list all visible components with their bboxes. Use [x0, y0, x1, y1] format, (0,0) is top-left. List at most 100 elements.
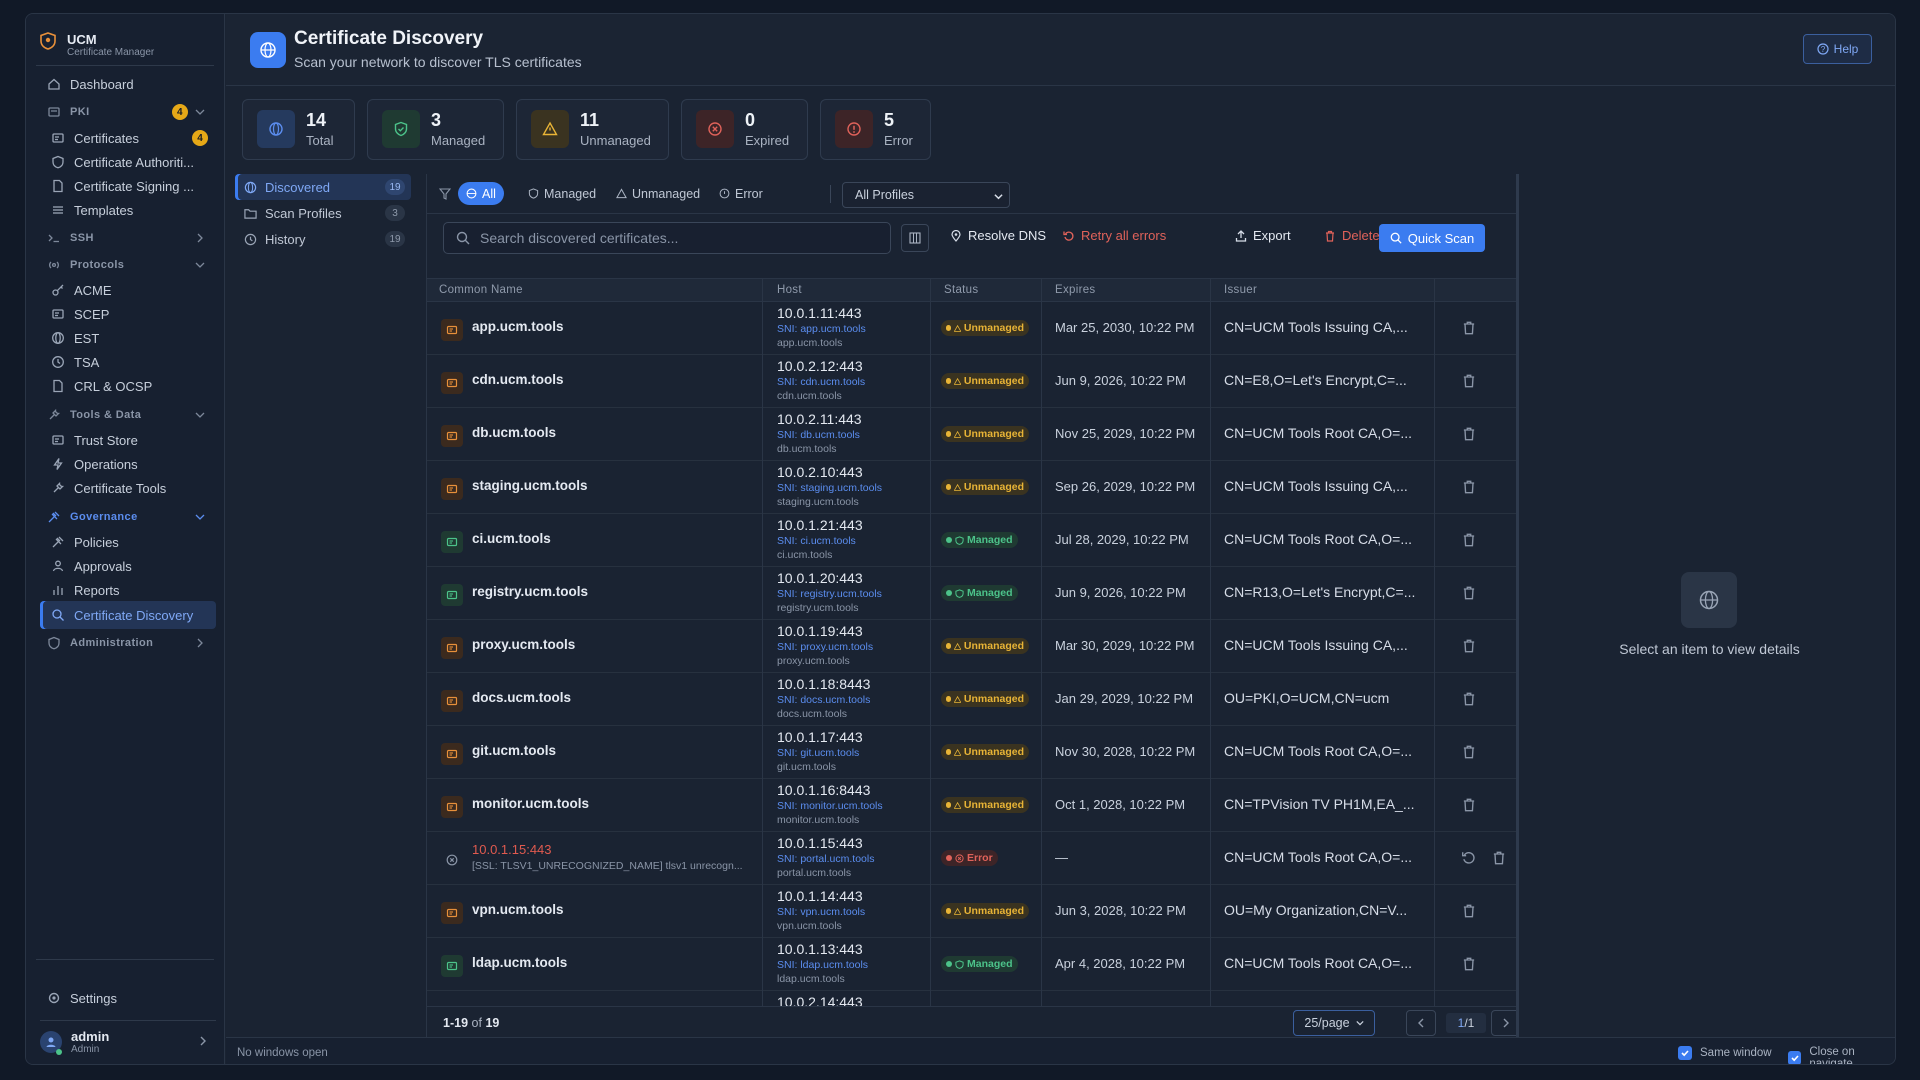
table-row[interactable]: 10.0.1.15:443 [SSL: TLSV1_UNRECOGNIZED_NA… [427, 832, 1517, 885]
stat-card-unmanaged[interactable]: 11 Unmanaged [516, 99, 669, 160]
common-name: ldap.ucm.tools [472, 955, 568, 970]
trash-icon[interactable] [1461, 373, 1477, 389]
total-pages: 1 [1467, 1016, 1475, 1030]
sidebar-item-certificate-tools[interactable]: Certificate Tools [40, 474, 216, 502]
issuer: CN=R13,O=Let's Encrypt,C=... [1224, 584, 1416, 600]
sidebar-item-dashboard[interactable]: Dashboard [40, 70, 216, 98]
filter-managed[interactable]: Managed [520, 182, 604, 205]
filter-unmanaged[interactable]: Unmanaged [608, 182, 708, 205]
stat-card-managed[interactable]: 3 Managed [367, 99, 504, 160]
export-button[interactable]: Export [1235, 228, 1291, 243]
trash-icon[interactable] [1461, 691, 1477, 707]
stat-label: Unmanaged [580, 133, 651, 148]
user-menu[interactable]: admin Admin [40, 1020, 216, 1060]
certificate-icon [441, 584, 463, 606]
column-header-issuer[interactable]: Issuer [1224, 284, 1257, 296]
host-address: 10.0.1.19:443 [777, 623, 863, 639]
sidebar-footer-divider [36, 959, 214, 960]
trash-icon[interactable] [1461, 744, 1477, 760]
table-row[interactable]: docs.ucm.tools 10.0.1.18:8443 SNI: docs.uc… [427, 673, 1517, 726]
sidebar-item-certificate-discovery[interactable]: Certificate Discovery [40, 601, 216, 629]
host-address: 10.0.1.21:443 [777, 517, 863, 533]
column-header-expires[interactable]: Expires [1055, 284, 1095, 296]
host-address: 10.0.1.13:443 [777, 941, 863, 957]
sidebar-item-crl-ocsp[interactable]: CRL & OCSP [40, 372, 216, 400]
subnav-label: Discovered [265, 179, 331, 195]
table-row[interactable]: proxy.ucm.tools 10.0.1.19:443 SNI: proxy.u… [427, 620, 1517, 673]
sidebar-section-governance[interactable]: Governance [40, 503, 216, 531]
help-button[interactable]: ? Help [1803, 34, 1872, 64]
host-address: 10.0.1.11:443 [777, 305, 862, 321]
filter-label: Unmanaged [632, 186, 701, 201]
filter-error[interactable]: Error [711, 182, 771, 205]
trash-icon[interactable] [1461, 320, 1477, 336]
resolve-dns-button[interactable]: Resolve DNS [950, 228, 1046, 243]
trash-icon[interactable] [1461, 479, 1477, 495]
brand: UCM Certificate Manager [36, 22, 214, 66]
trash-icon[interactable] [1461, 426, 1477, 442]
person-icon [50, 558, 66, 574]
close-on-navigate-checkbox[interactable]: Close on navigate [1788, 1046, 1895, 1064]
x-circle-icon [696, 110, 734, 148]
trash-icon[interactable] [1461, 532, 1477, 548]
sidebar-item-label: Certificate Tools [74, 480, 167, 496]
retry-all-errors-button[interactable]: Retry all errors [1063, 228, 1166, 243]
column-header-common-name[interactable]: Common Name [439, 284, 523, 296]
subnav-history[interactable]: History 19 [235, 226, 411, 252]
column-header-host[interactable]: Host [777, 284, 802, 296]
sidebar-section-pki[interactable]: PKI 4 [40, 98, 216, 126]
trash-icon[interactable] [1461, 956, 1477, 972]
table-row[interactable]: monitor.ucm.tools 10.0.1.16:8443 SNI: moni… [427, 779, 1517, 832]
subnav-discovered[interactable]: Discovered 19 [235, 174, 411, 200]
trash-icon[interactable] [1461, 903, 1477, 919]
trash-icon[interactable] [1491, 850, 1507, 866]
table-row[interactable]: db.ucm.tools 10.0.2.11:443 SNI: db.ucm.too… [427, 408, 1517, 461]
stat-value: 14 [306, 110, 327, 130]
common-name: 10.0.1.15:443 [472, 842, 552, 857]
table-row[interactable]: vpn.ucm.tools 10.0.1.14:443 SNI: vpn.ucm.t… [427, 885, 1517, 938]
online-indicator [56, 1049, 62, 1055]
stat-card-total[interactable]: 14 Total [242, 99, 355, 160]
filter-all[interactable]: All [458, 182, 504, 205]
trash-icon[interactable] [1461, 585, 1477, 601]
subnav-scan-profiles[interactable]: Scan Profiles 3 [235, 200, 411, 226]
prev-page-button[interactable] [1406, 1010, 1436, 1036]
column-header-status[interactable]: Status [944, 284, 978, 296]
table-row[interactable]: ldap.ucm.tools 10.0.1.13:443 SNI: ldap.ucm… [427, 938, 1517, 991]
trash-icon[interactable] [1461, 797, 1477, 813]
sidebar-item-reports[interactable]: Reports [40, 576, 216, 604]
globe-icon [1681, 572, 1737, 628]
page-size-select[interactable]: 25/page [1293, 1010, 1375, 1036]
status-label: Unmanaged [963, 905, 1024, 917]
sidebar-section-protocols[interactable]: Protocols [40, 251, 216, 279]
stat-card-error[interactable]: 5 Error [820, 99, 931, 160]
status-dot [946, 484, 951, 490]
search-input[interactable]: Search discovered certificates... [443, 222, 891, 254]
table-row[interactable]: git.ucm.tools 10.0.1.17:443 SNI: git.ucm.t… [427, 726, 1517, 779]
trash-icon[interactable] [1461, 638, 1477, 654]
sidebar-section-administration[interactable]: Administration [40, 629, 216, 657]
table-row[interactable]: registry.ucm.tools 10.0.1.20:443 SNI: regi… [427, 567, 1517, 620]
table-row[interactable]: 10.0.2.14:443 [427, 991, 1517, 1006]
quick-scan-button[interactable]: Quick Scan [1379, 224, 1485, 252]
issuer: CN=UCM Tools Issuing CA,... [1224, 478, 1408, 494]
columns-toggle-button[interactable] [901, 224, 929, 252]
sidebar-item-settings[interactable]: Settings [40, 984, 216, 1012]
same-window-checkbox[interactable]: Same window [1678, 1046, 1772, 1060]
sidebar-section-ssh[interactable]: SSH [40, 224, 216, 252]
stat-value: 5 [884, 110, 895, 130]
table-row[interactable]: staging.ucm.tools 10.0.2.10:443 SNI: stagi… [427, 461, 1517, 514]
status-badge: Unmanaged [941, 744, 1029, 760]
certificate-icon [50, 306, 66, 322]
stat-card-expired[interactable]: 0 Expired [681, 99, 808, 160]
table-row[interactable]: cdn.ucm.tools 10.0.2.12:443 SNI: cdn.ucm.t… [427, 355, 1517, 408]
sidebar-item-templates[interactable]: Templates [40, 196, 216, 224]
column-divider [930, 278, 931, 1006]
brand-subtitle: Certificate Manager [67, 47, 155, 58]
retry-icon[interactable] [1461, 850, 1477, 866]
profile-select[interactable]: All Profiles [842, 182, 1010, 208]
table-row[interactable]: ci.ucm.tools 10.0.1.21:443 SNI: ci.ucm.too… [427, 514, 1517, 567]
table-row[interactable]: app.ucm.tools 10.0.1.11:443 SNI: app.ucm.t… [427, 302, 1517, 355]
sidebar-section-tools-data[interactable]: Tools & Data [40, 401, 216, 429]
host-dns: portal.ucm.tools [777, 867, 852, 879]
